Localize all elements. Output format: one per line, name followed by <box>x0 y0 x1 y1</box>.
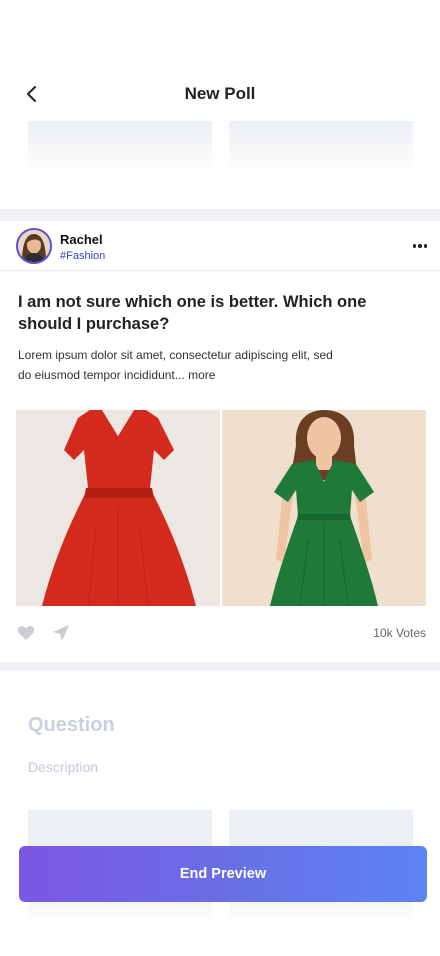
poll-options <box>16 410 426 606</box>
poll-option-green-dress[interactable] <box>222 410 426 606</box>
avatar[interactable] <box>16 228 52 264</box>
end-preview-button[interactable]: End Preview <box>19 846 427 902</box>
poll-description: Lorem ipsum dolor sit amet, consectetur … <box>18 345 348 385</box>
section-divider <box>0 662 440 670</box>
votes-number: 10k <box>373 626 393 640</box>
card-divider <box>0 270 440 271</box>
header: New Poll <box>0 0 440 120</box>
poll-description-text: Lorem ipsum dolor sit amet, consectetur … <box>18 348 333 382</box>
section-divider <box>0 209 440 221</box>
poll-option-red-dress[interactable] <box>16 410 220 606</box>
votes-label: Votes <box>395 626 426 640</box>
heart-icon[interactable] <box>17 625 35 641</box>
option-placeholder <box>229 121 413 173</box>
poll-question: I am not sure which one is better. Which… <box>18 293 367 333</box>
poll-preview-card: Rachel #Fashion I am not sure which one … <box>0 221 440 662</box>
send-icon[interactable] <box>52 624 70 642</box>
votes-count: 10k Votes <box>373 626 426 640</box>
description-placeholder[interactable]: Description <box>28 759 98 775</box>
more-options-icon[interactable] <box>410 238 430 254</box>
more-link[interactable]: more <box>188 368 215 382</box>
question-placeholder[interactable]: Question <box>28 714 115 737</box>
username[interactable]: Rachel <box>60 232 103 247</box>
option-placeholder <box>28 121 212 173</box>
page-title: New Poll <box>184 84 256 103</box>
hashtag-link[interactable]: #Fashion <box>60 250 105 262</box>
poll-option-placeholders-top <box>28 121 413 173</box>
